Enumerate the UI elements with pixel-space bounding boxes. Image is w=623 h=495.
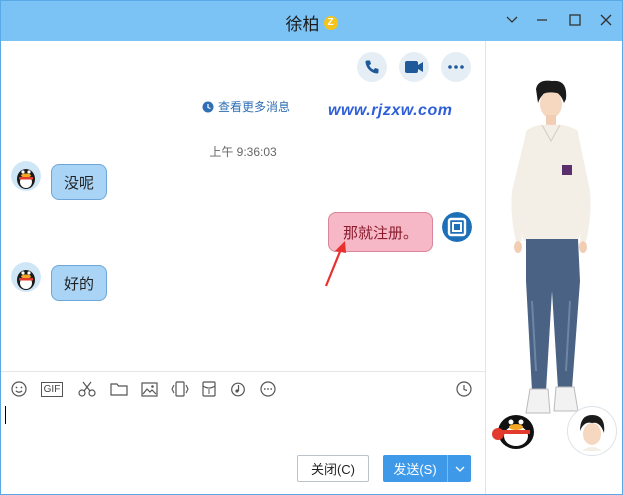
vip-badge-icon: Z (323, 15, 338, 30)
send-button-label: 发送(S) (393, 462, 437, 477)
music-icon[interactable] (229, 380, 247, 398)
more-dots-icon[interactable] (259, 380, 277, 398)
close-button[interactable]: 关闭(C) (297, 455, 369, 482)
phone-icon[interactable] (357, 52, 387, 82)
qq-penguin-icon[interactable] (492, 406, 538, 452)
contact-profile-avatar[interactable] (567, 406, 617, 456)
contact-avatar[interactable] (11, 262, 41, 292)
message-bubble-incoming[interactable]: 没呢 (51, 164, 108, 200)
emoji-icon[interactable] (10, 380, 28, 398)
maximize-icon[interactable] (564, 9, 586, 31)
folder-icon[interactable] (109, 380, 129, 398)
minimize-icon[interactable] (531, 9, 553, 31)
window-title-area: 徐柏 Z (1, 10, 622, 35)
message-area[interactable]: 查看更多消息 www.rjzxw.com 上午 9:36:03 没呢 那就注册。… (1, 41, 485, 371)
message-bubble-incoming[interactable]: 好的 (51, 265, 108, 301)
watermark-text: www.rjzxw.com (328, 102, 453, 119)
chat-window: 徐柏 Z 查看更多消息 www.rjzxw.com 上午 9:36:03 没呢 … (0, 0, 623, 495)
image-icon[interactable] (140, 380, 158, 398)
gif-icon[interactable]: GIF (39, 380, 65, 398)
message-input[interactable] (1, 405, 485, 447)
send-options-chevron-icon[interactable] (448, 466, 471, 472)
more-icon[interactable] (441, 52, 471, 82)
history-clock-icon[interactable] (455, 380, 473, 398)
shake-icon[interactable] (170, 380, 190, 398)
text-caret (5, 406, 6, 424)
scissors-icon[interactable] (77, 380, 97, 398)
video-icon[interactable] (399, 52, 429, 82)
annotation-arrow (324, 241, 346, 287)
message-text: 好的 (64, 275, 95, 293)
send-button[interactable]: 发送(S) (383, 455, 471, 482)
message-text: 那就注册。 (343, 224, 419, 242)
my-avatar[interactable] (442, 212, 472, 242)
view-more-label: 查看更多消息 (218, 100, 291, 114)
view-more-messages-link[interactable]: 查看更多消息 (202, 98, 290, 115)
contact-avatar[interactable] (11, 161, 41, 191)
close-icon[interactable] (595, 9, 617, 31)
input-toolbar: GIF (1, 371, 485, 405)
red-packet-icon[interactable] (200, 380, 218, 398)
clock-icon (202, 101, 214, 112)
chevron-down-icon[interactable] (501, 9, 523, 31)
message-text: 没呢 (64, 174, 95, 192)
message-timestamp: 上午 9:36:03 (209, 145, 277, 159)
contact-name[interactable]: 徐柏 (286, 10, 320, 35)
title-bar[interactable]: 徐柏 Z (1, 1, 622, 41)
